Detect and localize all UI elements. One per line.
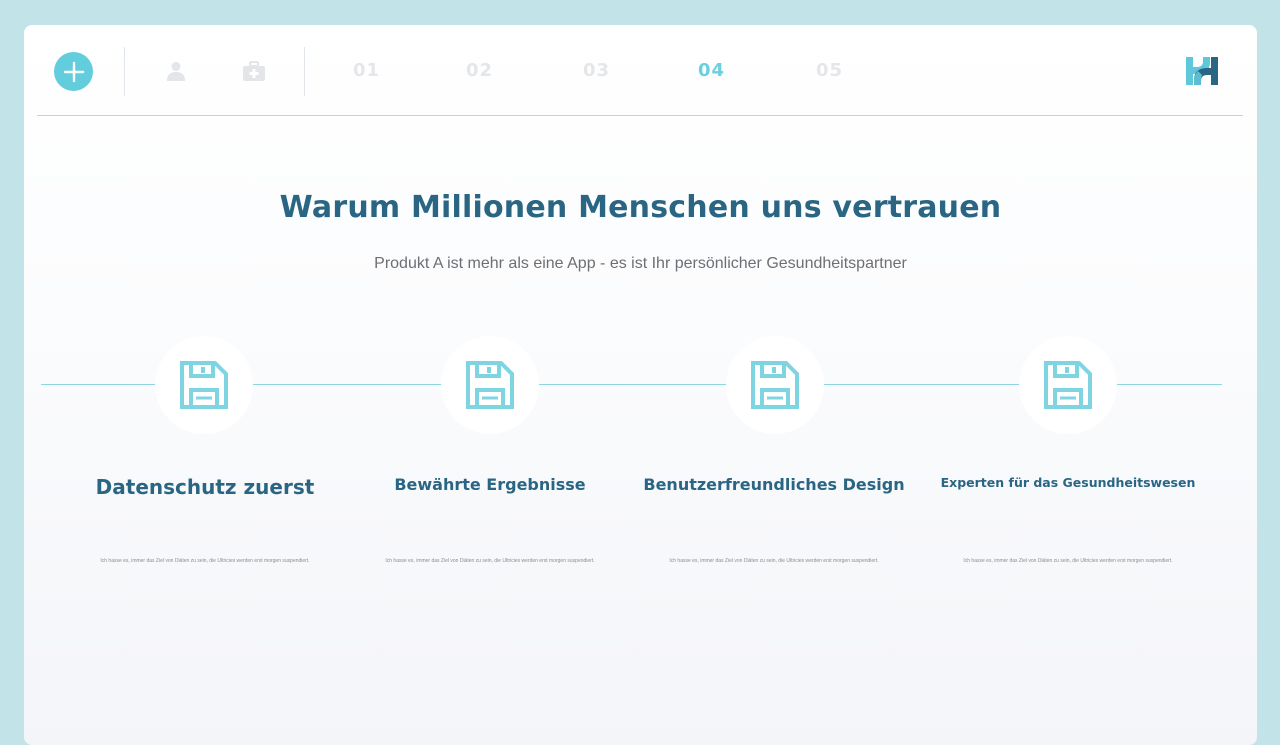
page-title: Warum Millionen Menschen uns vertrauen	[279, 190, 1002, 225]
brand-logo-icon	[1186, 57, 1218, 85]
header-divider	[124, 47, 125, 96]
step-02[interactable]: 02	[466, 60, 493, 81]
step-05[interactable]: 05	[816, 60, 843, 81]
feature-description: Ich hasse es, immer das Ziel von Diäten …	[669, 558, 879, 564]
feature-title: Benutzerfreundliches Design	[643, 475, 905, 494]
feature-description: Ich hasse es, immer das Ziel von Diäten …	[100, 558, 310, 564]
step-01[interactable]: 01	[353, 60, 380, 81]
feature-title: Datenschutz zuerst	[95, 475, 315, 499]
feature-icon-circle	[726, 336, 824, 434]
floppy-disk-icon	[180, 361, 228, 409]
page-subtitle: Produkt A ist mehr als eine App - es ist…	[374, 255, 907, 272]
feature-title: Bewährte Ergebnisse	[394, 475, 586, 494]
feature-description: Ich hasse es, immer das Ziel von Diäten …	[385, 558, 595, 564]
plus-icon	[63, 61, 84, 82]
medical-kit-icon	[243, 61, 265, 81]
floppy-disk-icon	[466, 361, 514, 409]
profile-button[interactable]	[164, 59, 188, 83]
feature-icon-circle	[155, 336, 253, 434]
feature-title: Experten für das Gesundheitswesen	[940, 475, 1196, 490]
top-navigation: 01 02 03 04 05	[37, 25, 1243, 116]
floppy-disk-icon	[1044, 361, 1092, 409]
feature-icon-circle	[1019, 336, 1117, 434]
floppy-disk-icon	[751, 361, 799, 409]
main-window: 01 02 03 04 05 Warum Millionen Menschen …	[24, 25, 1257, 745]
feature-icon-circle	[441, 336, 539, 434]
feature-description: Ich hasse es, immer das Ziel von Diäten …	[963, 558, 1173, 564]
header-divider	[304, 47, 305, 96]
medical-button[interactable]	[242, 59, 266, 83]
user-icon	[167, 62, 185, 81]
step-04-active[interactable]: 04	[698, 60, 725, 81]
step-03[interactable]: 03	[583, 60, 610, 81]
add-button[interactable]	[54, 52, 93, 91]
